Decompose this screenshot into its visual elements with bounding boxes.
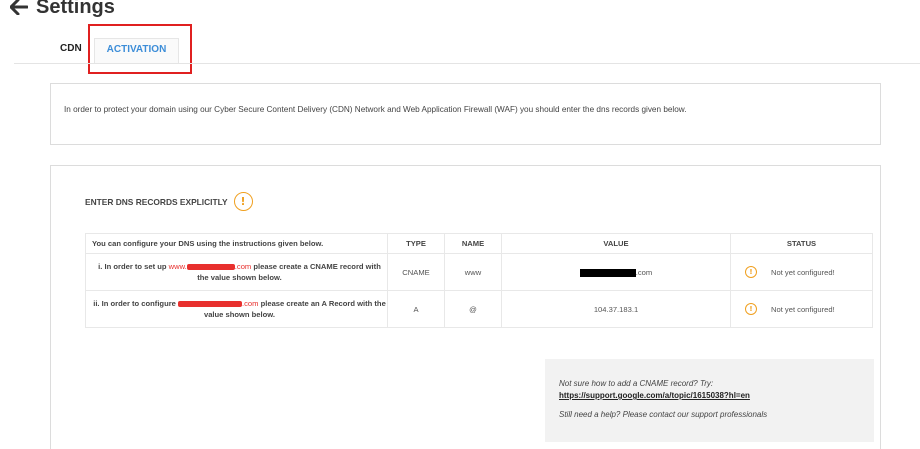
column-header-status: STATUS <box>730 233 873 254</box>
instruction-text: ii. In order to configure <box>93 299 179 308</box>
record-status: ! Not yet configured! <box>730 290 873 328</box>
tab-activation[interactable]: ACTIVATION <box>93 38 180 64</box>
record-type: CNAME <box>387 253 445 291</box>
row-instruction: i. In order to set up www. .com please cr… <box>85 253 388 291</box>
table-row: ii. In order to configure .com please cr… <box>85 290 873 328</box>
help-question: Not sure how to add a CNAME record? Try: <box>559 379 714 388</box>
page-header: Settings <box>0 0 115 22</box>
record-value: 104.37.183.1 <box>501 290 731 328</box>
warning-icon[interactable]: ! <box>233 192 253 211</box>
page-title: Settings <box>36 0 115 18</box>
info-panel: In order to protect your domain using ou… <box>50 83 881 145</box>
column-header-name: NAME <box>444 233 502 254</box>
record-type: A <box>387 290 445 328</box>
instruction-text: i. In order to set up <box>98 262 169 271</box>
dns-heading: ENTER DNS RECORDS EXPLICITLY ! <box>85 192 253 211</box>
column-header-type: TYPE <box>387 233 445 254</box>
table-row: i. In order to set up www. .com please cr… <box>85 253 873 291</box>
table-header-row: You can configure your DNS using the ins… <box>85 233 873 254</box>
row-instruction: ii. In order to configure .com please cr… <box>85 290 388 328</box>
info-text: In order to protect your domain using ou… <box>64 105 687 114</box>
redacted-domain <box>186 264 235 270</box>
column-header-instructions: You can configure your DNS using the ins… <box>85 233 388 254</box>
status-text: Not yet configured! <box>771 304 835 314</box>
tab-divider <box>14 63 920 64</box>
help-support-text: Still need a help? Please contact our su… <box>559 410 768 419</box>
arrow-left-icon[interactable] <box>8 0 30 18</box>
domain-suffix: .com <box>242 299 259 308</box>
record-value: .com <box>501 253 731 291</box>
tab-cdn[interactable]: CDN <box>60 38 82 64</box>
warning-icon: ! <box>745 303 757 315</box>
record-name: @ <box>444 290 502 328</box>
domain-prefix: www. <box>168 262 187 271</box>
dns-panel: ENTER DNS RECORDS EXPLICITLY ! You can c… <box>50 165 881 449</box>
redacted-value <box>579 268 636 277</box>
help-link[interactable]: https://support.google.com/a/topic/16150… <box>559 391 860 400</box>
help-box: Not sure how to add a CNAME record? Try:… <box>545 359 874 442</box>
redacted-domain <box>178 301 243 307</box>
dns-table: You can configure your DNS using the ins… <box>85 233 873 328</box>
record-status: ! Not yet configured! <box>730 253 873 291</box>
tab-bar: CDN ACTIVATION <box>60 38 180 64</box>
domain-suffix: .com <box>234 262 252 271</box>
value-suffix: .com <box>635 267 653 277</box>
status-text: Not yet configured! <box>771 267 835 277</box>
warning-icon: ! <box>745 266 757 278</box>
record-name: www <box>444 253 502 291</box>
dns-heading-text: ENTER DNS RECORDS EXPLICITLY <box>85 196 228 207</box>
column-header-value: VALUE <box>501 233 731 254</box>
